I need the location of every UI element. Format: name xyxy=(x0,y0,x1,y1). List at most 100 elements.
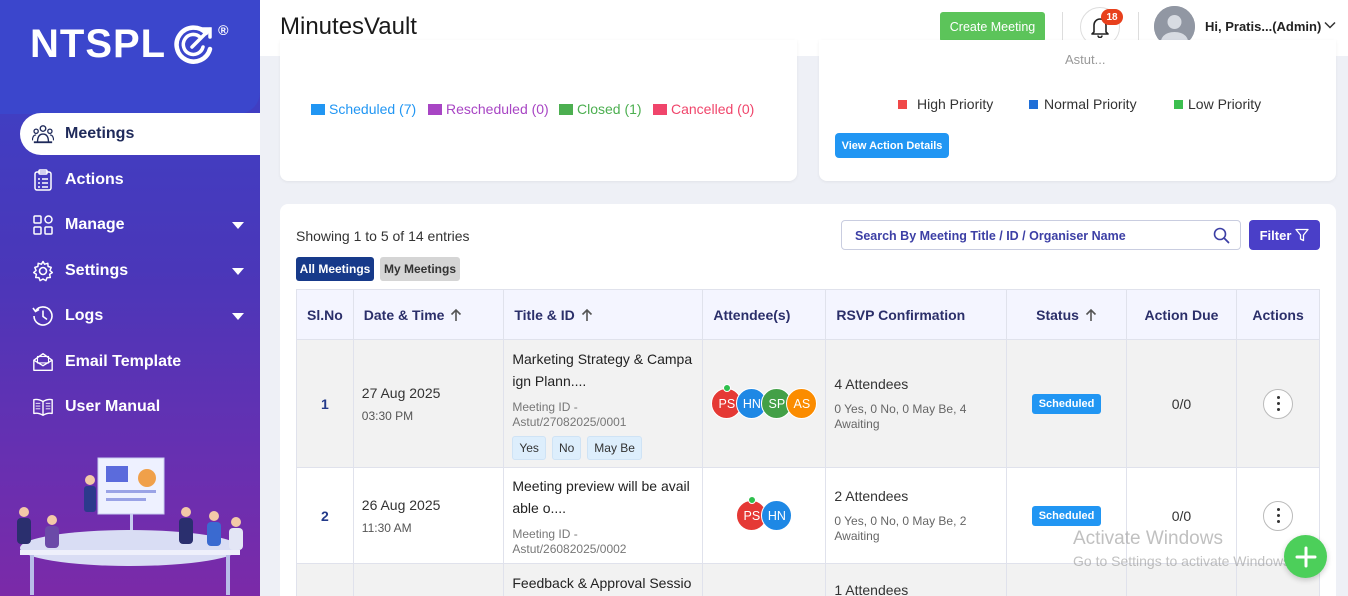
sidebar-item-logs[interactable]: Logs xyxy=(0,294,260,340)
sidebar-item-meetings[interactable]: Meetings xyxy=(20,113,260,155)
sidebar-item-email-template[interactable]: Email Template xyxy=(0,339,260,385)
row-actions-cell xyxy=(1236,339,1320,468)
sidebar-item-label: Actions xyxy=(65,170,124,188)
col-label: Date & Time xyxy=(363,306,445,323)
caret-down-icon xyxy=(232,267,244,275)
legend-low-priority[interactable]: Low Priority xyxy=(1174,96,1261,112)
row-time: 03:30 PM xyxy=(361,408,414,423)
search-input[interactable]: Search By Meeting Title / ID / Organiser… xyxy=(841,220,1241,250)
col-action-due: Action Due xyxy=(1125,289,1238,340)
sidebar-item-user-manual[interactable]: User Manual xyxy=(0,385,260,431)
legend-swatch xyxy=(653,103,667,115)
row-date: 27 Aug 2025 xyxy=(361,384,441,401)
search-icon[interactable] xyxy=(1213,227,1230,244)
view-action-details-button[interactable]: View Action Details xyxy=(835,133,949,158)
more-options-button[interactable] xyxy=(1263,500,1294,531)
sidebar-item-manage[interactable]: Manage xyxy=(0,203,260,249)
legend-high-priority[interactable]: High Priority xyxy=(898,96,993,112)
sort-arrow-up-icon[interactable] xyxy=(1085,308,1097,322)
row-date-cell: 27 Aug 2025 03:30 PM xyxy=(352,339,505,468)
legend-normal-priority[interactable]: Normal Priority xyxy=(1029,96,1137,112)
sidebar-item-label: Email Template xyxy=(65,352,182,370)
email-icon xyxy=(32,351,54,373)
row-rsvp-cell: 1 Attendees xyxy=(825,563,1008,596)
rsvp-no-button[interactable]: No xyxy=(551,435,582,460)
row-time: 11:30 AM xyxy=(361,520,412,535)
row-title[interactable]: Meeting preview will be avail able o.... xyxy=(512,475,694,519)
brand-name: NTSPL xyxy=(30,22,167,66)
rsvp-detail: 0 Yes, 0 No, 0 May Be, 4 Awaiting xyxy=(834,401,967,431)
legend-label: Rescheduled (0) xyxy=(446,101,549,117)
col-title-id[interactable]: Title & ID xyxy=(503,289,704,340)
row-slno: 1 xyxy=(296,339,354,468)
row-attendees-cell: PS HN xyxy=(702,467,827,564)
app-title: MinutesVault xyxy=(280,13,417,40)
brand-logo[interactable]: NTSPL ® xyxy=(30,22,229,67)
status-badge: Scheduled xyxy=(1031,393,1102,414)
row-title-cell: Feedback & Approval Sessio xyxy=(503,563,704,596)
plus-icon xyxy=(1295,546,1316,567)
rsvp-buttons: Yes No May Be xyxy=(512,435,694,460)
sidebar-item-label: Meetings xyxy=(65,125,135,142)
row-slno xyxy=(296,563,354,596)
row-date: 26 Aug 2025 xyxy=(361,496,441,513)
sidebar-item-actions[interactable]: Actions xyxy=(0,157,260,203)
col-attendees: Attendee(s) xyxy=(702,289,827,340)
sidebar-item-label: Logs xyxy=(65,307,104,325)
notification-count-badge: 18 xyxy=(1101,9,1123,25)
activate-windows-watermark: Activate Windows Go to Settings to activ… xyxy=(1073,528,1294,569)
col-slno: Sl.No xyxy=(296,289,354,340)
sidebar-nav: Meetings Actions Manage Settings Logs Em… xyxy=(0,112,260,430)
tab-all-meetings[interactable]: All Meetings xyxy=(296,257,374,281)
row-rsvp-cell: 2 Attendees 0 Yes, 0 No, 0 May Be, 2 Awai… xyxy=(825,467,1008,564)
legend-label: High Priority xyxy=(917,96,994,112)
filter-button[interactable]: Filter xyxy=(1249,220,1320,250)
legend-closed[interactable]: Closed (1) xyxy=(559,101,642,117)
add-fab-button[interactable] xyxy=(1284,535,1327,578)
row-title[interactable]: Marketing Strategy & Campa ign Plann.... xyxy=(512,348,694,392)
sidebar-item-settings[interactable]: Settings xyxy=(0,248,260,294)
row-title-cell: Marketing Strategy & Campa ign Plann.... … xyxy=(503,339,704,468)
sidebar-item-label: Settings xyxy=(65,261,129,279)
table-header-row: Sl.No Date & Time Title & ID Attendee(s)… xyxy=(296,289,1320,340)
registered-mark: ® xyxy=(218,22,230,38)
attendee-chips[interactable]: PS HN xyxy=(711,496,817,531)
attendee-chip[interactable]: HN xyxy=(761,500,793,531)
row-rsvp-cell: 4 Attendees 0 Yes, 0 No, 0 May Be, 4 Awai… xyxy=(825,339,1008,468)
col-actions: Actions xyxy=(1236,289,1320,340)
row-date-cell: 26 Aug 2025 11:30 AM xyxy=(352,467,505,564)
entries-info: Showing 1 to 5 of 14 entries xyxy=(296,228,470,244)
row-attendees-cell: PS HN SP AS xyxy=(702,339,827,468)
legend-scheduled[interactable]: Scheduled (7) xyxy=(311,101,416,117)
sort-arrow-up-icon[interactable] xyxy=(450,308,462,322)
chevron-down-icon[interactable] xyxy=(1323,18,1337,32)
row-attendees-cell xyxy=(702,563,827,596)
row-title[interactable]: Feedback & Approval Sessio xyxy=(512,572,694,594)
attendee-chip[interactable]: AS xyxy=(786,388,818,419)
legend-label: Scheduled (7) xyxy=(329,101,417,117)
tab-my-meetings[interactable]: My Meetings xyxy=(380,257,460,281)
status-badge: Scheduled xyxy=(1031,505,1102,526)
legend-label: Cancelled (0) xyxy=(671,101,755,117)
col-status[interactable]: Status xyxy=(1006,289,1127,340)
sort-arrow-up-icon[interactable] xyxy=(581,308,593,322)
row-meeting-id: Meeting ID - Astut/27082025/0001 xyxy=(512,399,627,429)
legend-label: Normal Priority xyxy=(1044,96,1137,112)
rsvp-maybe-button[interactable]: May Be xyxy=(587,435,642,460)
online-indicator xyxy=(748,496,757,504)
attendee-chips[interactable]: PS HN SP AS xyxy=(711,384,818,419)
legend-cancelled[interactable]: Cancelled (0) xyxy=(653,101,754,117)
sidebar-item-label: Manage xyxy=(65,216,125,234)
legend-swatch xyxy=(311,103,325,115)
user-greeting[interactable]: Hi, Pratis...(Admin) xyxy=(1205,19,1321,34)
create-meeting-button[interactable]: Create Meeting xyxy=(940,12,1045,42)
more-options-button[interactable] xyxy=(1263,388,1294,419)
gear-icon xyxy=(32,260,54,282)
col-date-time[interactable]: Date & Time xyxy=(352,289,505,340)
funnel-icon xyxy=(1295,228,1310,242)
rsvp-yes-button[interactable]: Yes xyxy=(512,435,546,460)
action-summary-card: Astut... High Priority Normal Priority L… xyxy=(819,40,1336,181)
search-placeholder: Search By Meeting Title / ID / Organiser… xyxy=(855,229,1126,243)
legend-rescheduled[interactable]: Rescheduled (0) xyxy=(428,101,549,117)
sidebar-item-label: User Manual xyxy=(65,398,161,416)
